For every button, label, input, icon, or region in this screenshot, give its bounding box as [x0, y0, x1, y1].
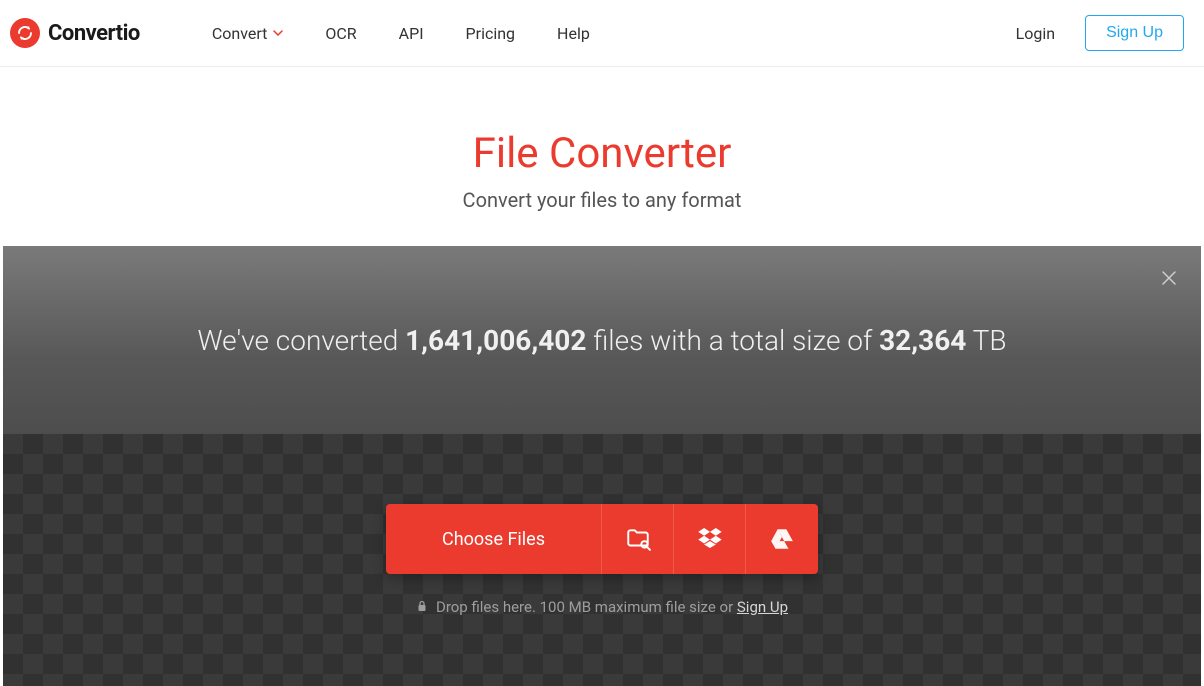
- nav-convert[interactable]: Convert: [212, 24, 284, 43]
- logo[interactable]: Convertio: [10, 18, 140, 48]
- nav-api[interactable]: API: [399, 24, 424, 43]
- stats-prefix: We've converted: [197, 324, 405, 357]
- stats-size-unit: TB: [966, 324, 1006, 357]
- stats-total-size: 32,364: [879, 324, 966, 357]
- stats-upload-panel: We've converted 1,641,006,402 files with…: [3, 246, 1201, 686]
- nav-pricing[interactable]: Pricing: [466, 24, 516, 43]
- choose-files-label: Choose Files: [442, 529, 545, 550]
- choose-files-button[interactable]: Choose Files: [386, 504, 602, 574]
- drop-prefix: Drop files here.: [436, 598, 540, 616]
- stats-banner: We've converted 1,641,006,402 files with…: [3, 246, 1201, 434]
- hero: File Converter Convert your files to any…: [0, 67, 1204, 246]
- choose-files-row: Choose Files: [386, 504, 818, 574]
- page-subtitle: Convert your files to any format: [0, 188, 1204, 212]
- header: Convertio Convert OCR API Pricing Help L…: [0, 0, 1204, 67]
- google-drive-icon[interactable]: [746, 504, 818, 574]
- page-title: File Converter: [0, 129, 1204, 178]
- nav-convert-label: Convert: [212, 24, 268, 43]
- logo-icon: [10, 18, 40, 48]
- stats-text: We've converted 1,641,006,402 files with…: [197, 324, 1006, 357]
- drop-middle: maximum file size or: [591, 598, 737, 616]
- chevron-down-icon: [273, 28, 283, 38]
- drop-signup-link[interactable]: Sign Up: [737, 598, 788, 616]
- browse-files-icon[interactable]: [602, 504, 674, 574]
- stats-file-count: 1,641,006,402: [405, 324, 586, 357]
- logo-text: Convertio: [48, 21, 140, 46]
- dropbox-icon[interactable]: [674, 504, 746, 574]
- signup-button[interactable]: Sign Up: [1085, 15, 1184, 51]
- close-icon[interactable]: [1159, 268, 1179, 288]
- drop-hint: Drop files here. 100 MB maximum file siz…: [416, 598, 788, 616]
- auth-area: Login Sign Up: [1016, 15, 1194, 51]
- upload-area[interactable]: Choose Files: [3, 434, 1201, 686]
- main-nav: Convert OCR API Pricing Help: [212, 24, 590, 43]
- stats-middle: files with a total size of: [586, 324, 879, 357]
- nav-help[interactable]: Help: [557, 24, 590, 43]
- login-link[interactable]: Login: [1016, 24, 1055, 43]
- lock-icon: [416, 598, 428, 616]
- drop-max-size: 100 MB: [540, 598, 591, 616]
- nav-ocr[interactable]: OCR: [325, 24, 356, 43]
